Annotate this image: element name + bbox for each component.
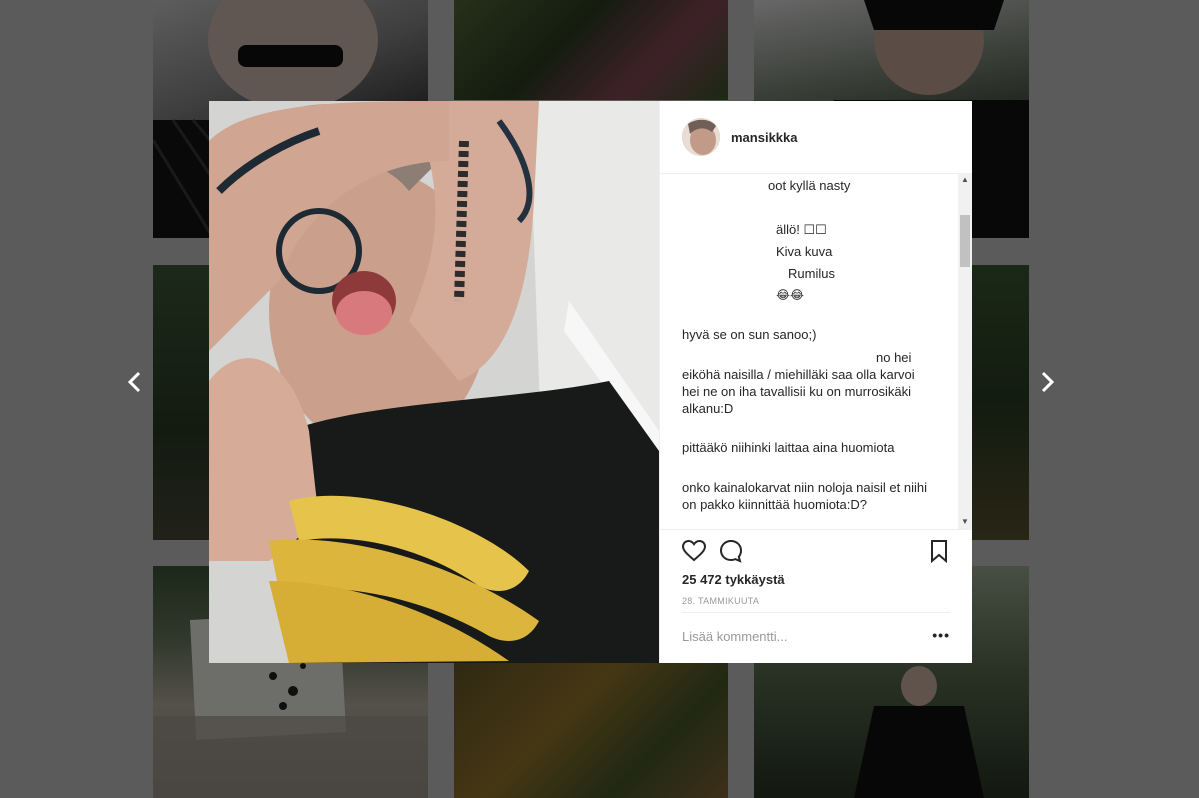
comment-text: hyvä se on sun sanoo;) [682,327,817,342]
scroll-up-arrow[interactable]: ▲ [958,173,972,187]
post-sidebar: mansikkka oot kyllä nasty ällö! ☐☐ Kiva … [659,101,972,663]
post-header: mansikkka [660,101,972,174]
bookmark-icon [931,540,947,564]
post-photo [209,101,659,663]
more-options-button[interactable]: ••• [932,627,950,643]
post-modal: mansikkka oot kyllä nasty ällö! ☐☐ Kiva … [209,101,972,663]
likes-count[interactable]: 25 472 tykkäystä [682,572,785,587]
next-post-button[interactable] [1033,366,1061,398]
more-options-icon: ••• [932,627,950,643]
comment-text: onko kainalokarvat niin noloja naisil et… [682,480,927,495]
add-comment-input[interactable] [682,629,912,644]
previous-post-button[interactable] [121,366,149,398]
comments-scrollbar[interactable]: ▲ ▼ [958,173,972,529]
add-comment-section: ••• [682,612,950,659]
comment-button[interactable] [718,538,744,564]
grid-thumbnail[interactable] [972,265,1029,540]
post-actions: 25 472 tykkäystä 28. TAMMIKUUTA ••• [660,529,972,660]
avatar[interactable] [682,118,720,156]
comment-text: eiköhä naisilla / miehilläki saa olla ka… [682,367,915,382]
comment-text: Kiva kuva [776,244,833,259]
comment-text: Rumilus [788,266,835,281]
scroll-down-arrow[interactable]: ▼ [958,515,972,529]
comment-text: 😂😂 [776,288,805,302]
comment-text: alkanu:D [682,401,734,416]
grid-thumbnail[interactable] [153,265,209,540]
like-button[interactable] [681,538,707,564]
comments-list: oot kyllä nasty ällö! ☐☐ Kiva kuva Rumil… [660,173,973,528]
comment-text: oot kyllä nasty [768,178,851,193]
chevron-left-icon [127,371,141,393]
comment-icon [719,539,743,563]
scrollbar-thumb[interactable] [960,215,970,267]
grid-thumbnail[interactable] [454,0,728,100]
save-button[interactable] [926,538,952,564]
chevron-right-icon [1041,371,1055,393]
post-date: 28. TAMMIKUUTA [682,596,760,606]
comment-text: no hei [876,350,912,365]
heart-icon [681,539,707,562]
comment-text: hei ne on iha tavallisii ku on murrosikä… [682,384,912,399]
comment-text: pittääkö niihinki laittaa aina huomiota [682,440,895,455]
comment-text: on pakko kiinnittää huomiota:D? [682,497,868,512]
username[interactable]: mansikkka [731,130,798,145]
grid-thumbnail[interactable] [454,663,728,798]
comment-text: ällö! ☐☐ [776,222,827,237]
